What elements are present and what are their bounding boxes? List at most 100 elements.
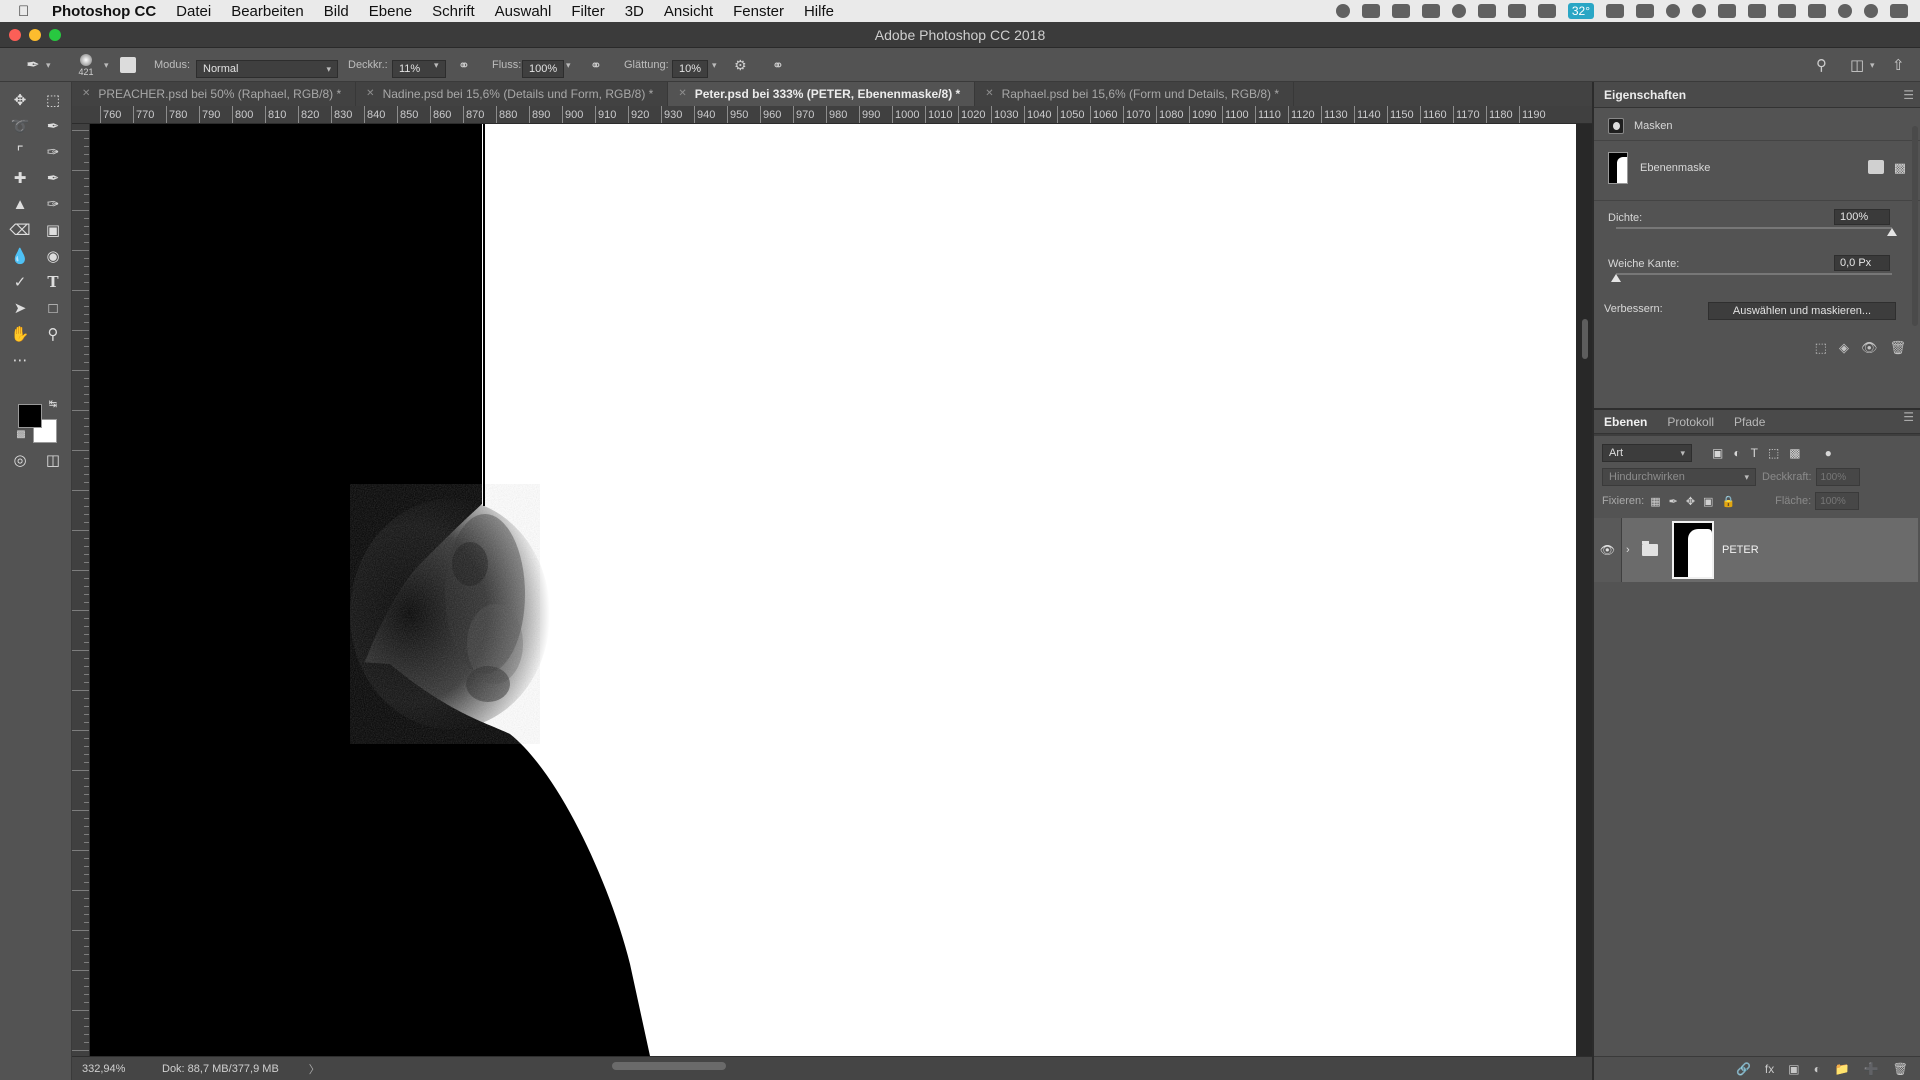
evernote-icon[interactable] bbox=[1477, 4, 1496, 18]
screen-mode-icon[interactable]: ◫ bbox=[40, 448, 66, 472]
lock-artboard-icon[interactable]: ▣ bbox=[1703, 495, 1713, 508]
layer-visibility-toggle[interactable]: 👁 bbox=[1594, 518, 1622, 582]
record-icon[interactable] bbox=[1335, 4, 1350, 18]
menu-hilfe[interactable]: Hilfe bbox=[804, 3, 834, 20]
chevron-down-icon[interactable]: ▾ bbox=[712, 48, 717, 82]
airplay-icon[interactable] bbox=[1778, 4, 1796, 18]
siri-icon[interactable] bbox=[1864, 4, 1878, 18]
image-filter-icon[interactable]: ▣ bbox=[1712, 446, 1723, 460]
layer-filter-select[interactable]: Art ▾ bbox=[1602, 444, 1692, 462]
menu-bearbeiten[interactable]: Bearbeiten bbox=[231, 3, 304, 20]
menu-photoshop[interactable]: Photoshop CC bbox=[52, 3, 156, 20]
dichte-slider-knob[interactable] bbox=[1887, 228, 1897, 236]
tool-icon[interactable] bbox=[1507, 4, 1526, 18]
chevron-down-icon[interactable]: ▾ bbox=[1870, 48, 1875, 82]
weiche-kante-slider-knob[interactable] bbox=[1611, 274, 1621, 282]
rectangle-tool-icon[interactable]: □ bbox=[40, 296, 66, 320]
blend-mode-select[interactable]: Hindurchwirken ▾ bbox=[1602, 468, 1756, 486]
history-brush-tool-icon[interactable]: ✑ bbox=[40, 192, 66, 216]
lock-all-icon[interactable]: 🔒 bbox=[1721, 495, 1735, 508]
layer-name[interactable]: PETER bbox=[1722, 544, 1759, 556]
creative-cloud-icon[interactable] bbox=[1451, 4, 1466, 18]
menu-3d[interactable]: 3D bbox=[625, 3, 644, 20]
chevron-right-icon[interactable]: › bbox=[1626, 544, 1640, 556]
eyedropper-tool-icon[interactable]: ✑ bbox=[40, 140, 66, 164]
path-selection-tool-icon[interactable]: ➤ bbox=[7, 296, 33, 320]
hand-tool-icon[interactable]: ✋ bbox=[7, 322, 33, 346]
smart-object-filter-icon[interactable]: ▩ bbox=[1789, 446, 1800, 460]
lock-position-icon[interactable]: ✥ bbox=[1686, 495, 1695, 508]
sync-icon[interactable] bbox=[1666, 4, 1680, 18]
properties-scrollbar[interactable] bbox=[1912, 126, 1918, 326]
search-icon[interactable]: ⚲ bbox=[1816, 48, 1827, 82]
lasso-tool-icon[interactable]: ➰ bbox=[7, 114, 33, 138]
temperature-badge[interactable]: 32° bbox=[1567, 3, 1594, 19]
chevron-down-icon[interactable]: ▾ bbox=[566, 48, 571, 82]
shape-filter-icon[interactable]: ⬚ bbox=[1768, 446, 1779, 460]
display-icon[interactable] bbox=[1421, 4, 1440, 18]
vertical-ruler[interactable] bbox=[72, 124, 90, 1056]
pressure-size-icon[interactable]: ⚭ bbox=[772, 48, 784, 82]
dodge-tool-icon[interactable]: ◉ bbox=[40, 244, 66, 268]
tab-pfade[interactable]: Pfade bbox=[1724, 415, 1775, 429]
airbrush-icon[interactable]: ⚭ bbox=[590, 48, 602, 82]
menu-schrift[interactable]: Schrift bbox=[432, 3, 475, 20]
lock-pixels-icon[interactable]: ✒ bbox=[1669, 495, 1678, 508]
status-menu-arrow[interactable]: 〉 bbox=[309, 1061, 320, 1077]
swap-colors-icon[interactable]: ↹ bbox=[40, 392, 66, 416]
close-icon[interactable]: ✕ bbox=[678, 82, 686, 106]
bluetooth-icon[interactable] bbox=[1718, 4, 1736, 18]
panel-menu-icon[interactable]: ☰ bbox=[1903, 82, 1914, 108]
spotlight-icon[interactable] bbox=[1838, 4, 1852, 18]
gear-icon[interactable]: ⚙ bbox=[734, 48, 747, 82]
layer-mask-thumbnail[interactable] bbox=[1672, 521, 1714, 579]
type-tool-icon[interactable]: T bbox=[40, 270, 66, 294]
brush-tool-icon[interactable]: ✒ bbox=[40, 166, 66, 190]
screen-icon[interactable] bbox=[1361, 4, 1380, 18]
pen-tool-icon[interactable]: ✓ bbox=[7, 270, 33, 294]
close-icon[interactable]: ✕ bbox=[985, 82, 993, 106]
brush-tool-preset-icon[interactable]: ✒ bbox=[20, 48, 46, 82]
move-tool-icon[interactable]: ✥ bbox=[7, 88, 33, 112]
modus-select[interactable]: Normal ▾ bbox=[196, 60, 338, 78]
vertical-scrollbar[interactable] bbox=[1582, 319, 1588, 359]
share-icon[interactable]: ⇧ bbox=[1892, 48, 1905, 82]
select-and-mask-button[interactable]: Auswählen und maskieren... bbox=[1708, 302, 1896, 320]
tab-preacher[interactable]: ✕ PREACHER.psd bei 50% (Raphael, RGB/8) … bbox=[72, 82, 357, 106]
menu-datei[interactable]: Datei bbox=[176, 3, 211, 20]
lock-transparency-icon[interactable]: ▦ bbox=[1650, 495, 1660, 508]
marquee-tool-icon[interactable]: ⬚ bbox=[40, 88, 66, 112]
glaettung-field[interactable]: 10% bbox=[672, 60, 708, 78]
tab-peter[interactable]: ✕ Peter.psd bei 333% (PETER, Ebenenmaske… bbox=[668, 82, 976, 106]
chevron-down-icon[interactable]: ▾ bbox=[434, 48, 439, 82]
add-mask-icon[interactable]: ▣ bbox=[1788, 1062, 1799, 1076]
foreground-color-swatch[interactable] bbox=[18, 404, 42, 428]
close-window-button[interactable] bbox=[9, 29, 21, 41]
brush-settings-toggle[interactable] bbox=[120, 48, 136, 82]
menu-ebene[interactable]: Ebene bbox=[369, 3, 412, 20]
close-icon[interactable]: ✕ bbox=[82, 82, 90, 106]
layer-row-peter[interactable]: › PETER bbox=[1622, 518, 1918, 582]
new-group-icon[interactable]: 📁 bbox=[1835, 1062, 1850, 1076]
pixel-mask-icon[interactable] bbox=[1868, 160, 1884, 174]
menu-filter[interactable]: Filter bbox=[571, 3, 604, 20]
visibility-icon[interactable]: 👁 bbox=[1861, 340, 1878, 356]
link-layers-icon[interactable]: 🔗 bbox=[1736, 1062, 1751, 1076]
quick-selection-tool-icon[interactable]: ✒ bbox=[40, 114, 66, 138]
fx-icon[interactable]: fx bbox=[1765, 1062, 1774, 1076]
delete-layer-icon[interactable]: 🗑 bbox=[1893, 1062, 1908, 1076]
load-selection-icon[interactable]: ⬚ bbox=[1815, 340, 1827, 356]
zoom-tool-icon[interactable]: ⚲ bbox=[40, 322, 66, 346]
menu-auswahl[interactable]: Auswahl bbox=[495, 3, 552, 20]
document-canvas[interactable] bbox=[90, 124, 1576, 1056]
canvas-area[interactable] bbox=[90, 124, 1592, 1056]
adjustment-filter-icon[interactable]: ◐ bbox=[1733, 446, 1740, 460]
clone-stamp-tool-icon[interactable]: ▲ bbox=[7, 192, 33, 216]
notification-center-icon[interactable] bbox=[1890, 4, 1908, 18]
crop-tool-icon[interactable]: ⌜ bbox=[7, 140, 33, 164]
tab-nadine[interactable]: ✕ Nadine.psd bei 15,6% (Details und Form… bbox=[356, 82, 669, 106]
menu-fenster[interactable]: Fenster bbox=[733, 3, 784, 20]
eraser-tool-icon[interactable]: ⌫ bbox=[7, 218, 33, 242]
dichte-slider[interactable] bbox=[1616, 227, 1892, 229]
dropbox-icon[interactable] bbox=[1391, 4, 1410, 18]
